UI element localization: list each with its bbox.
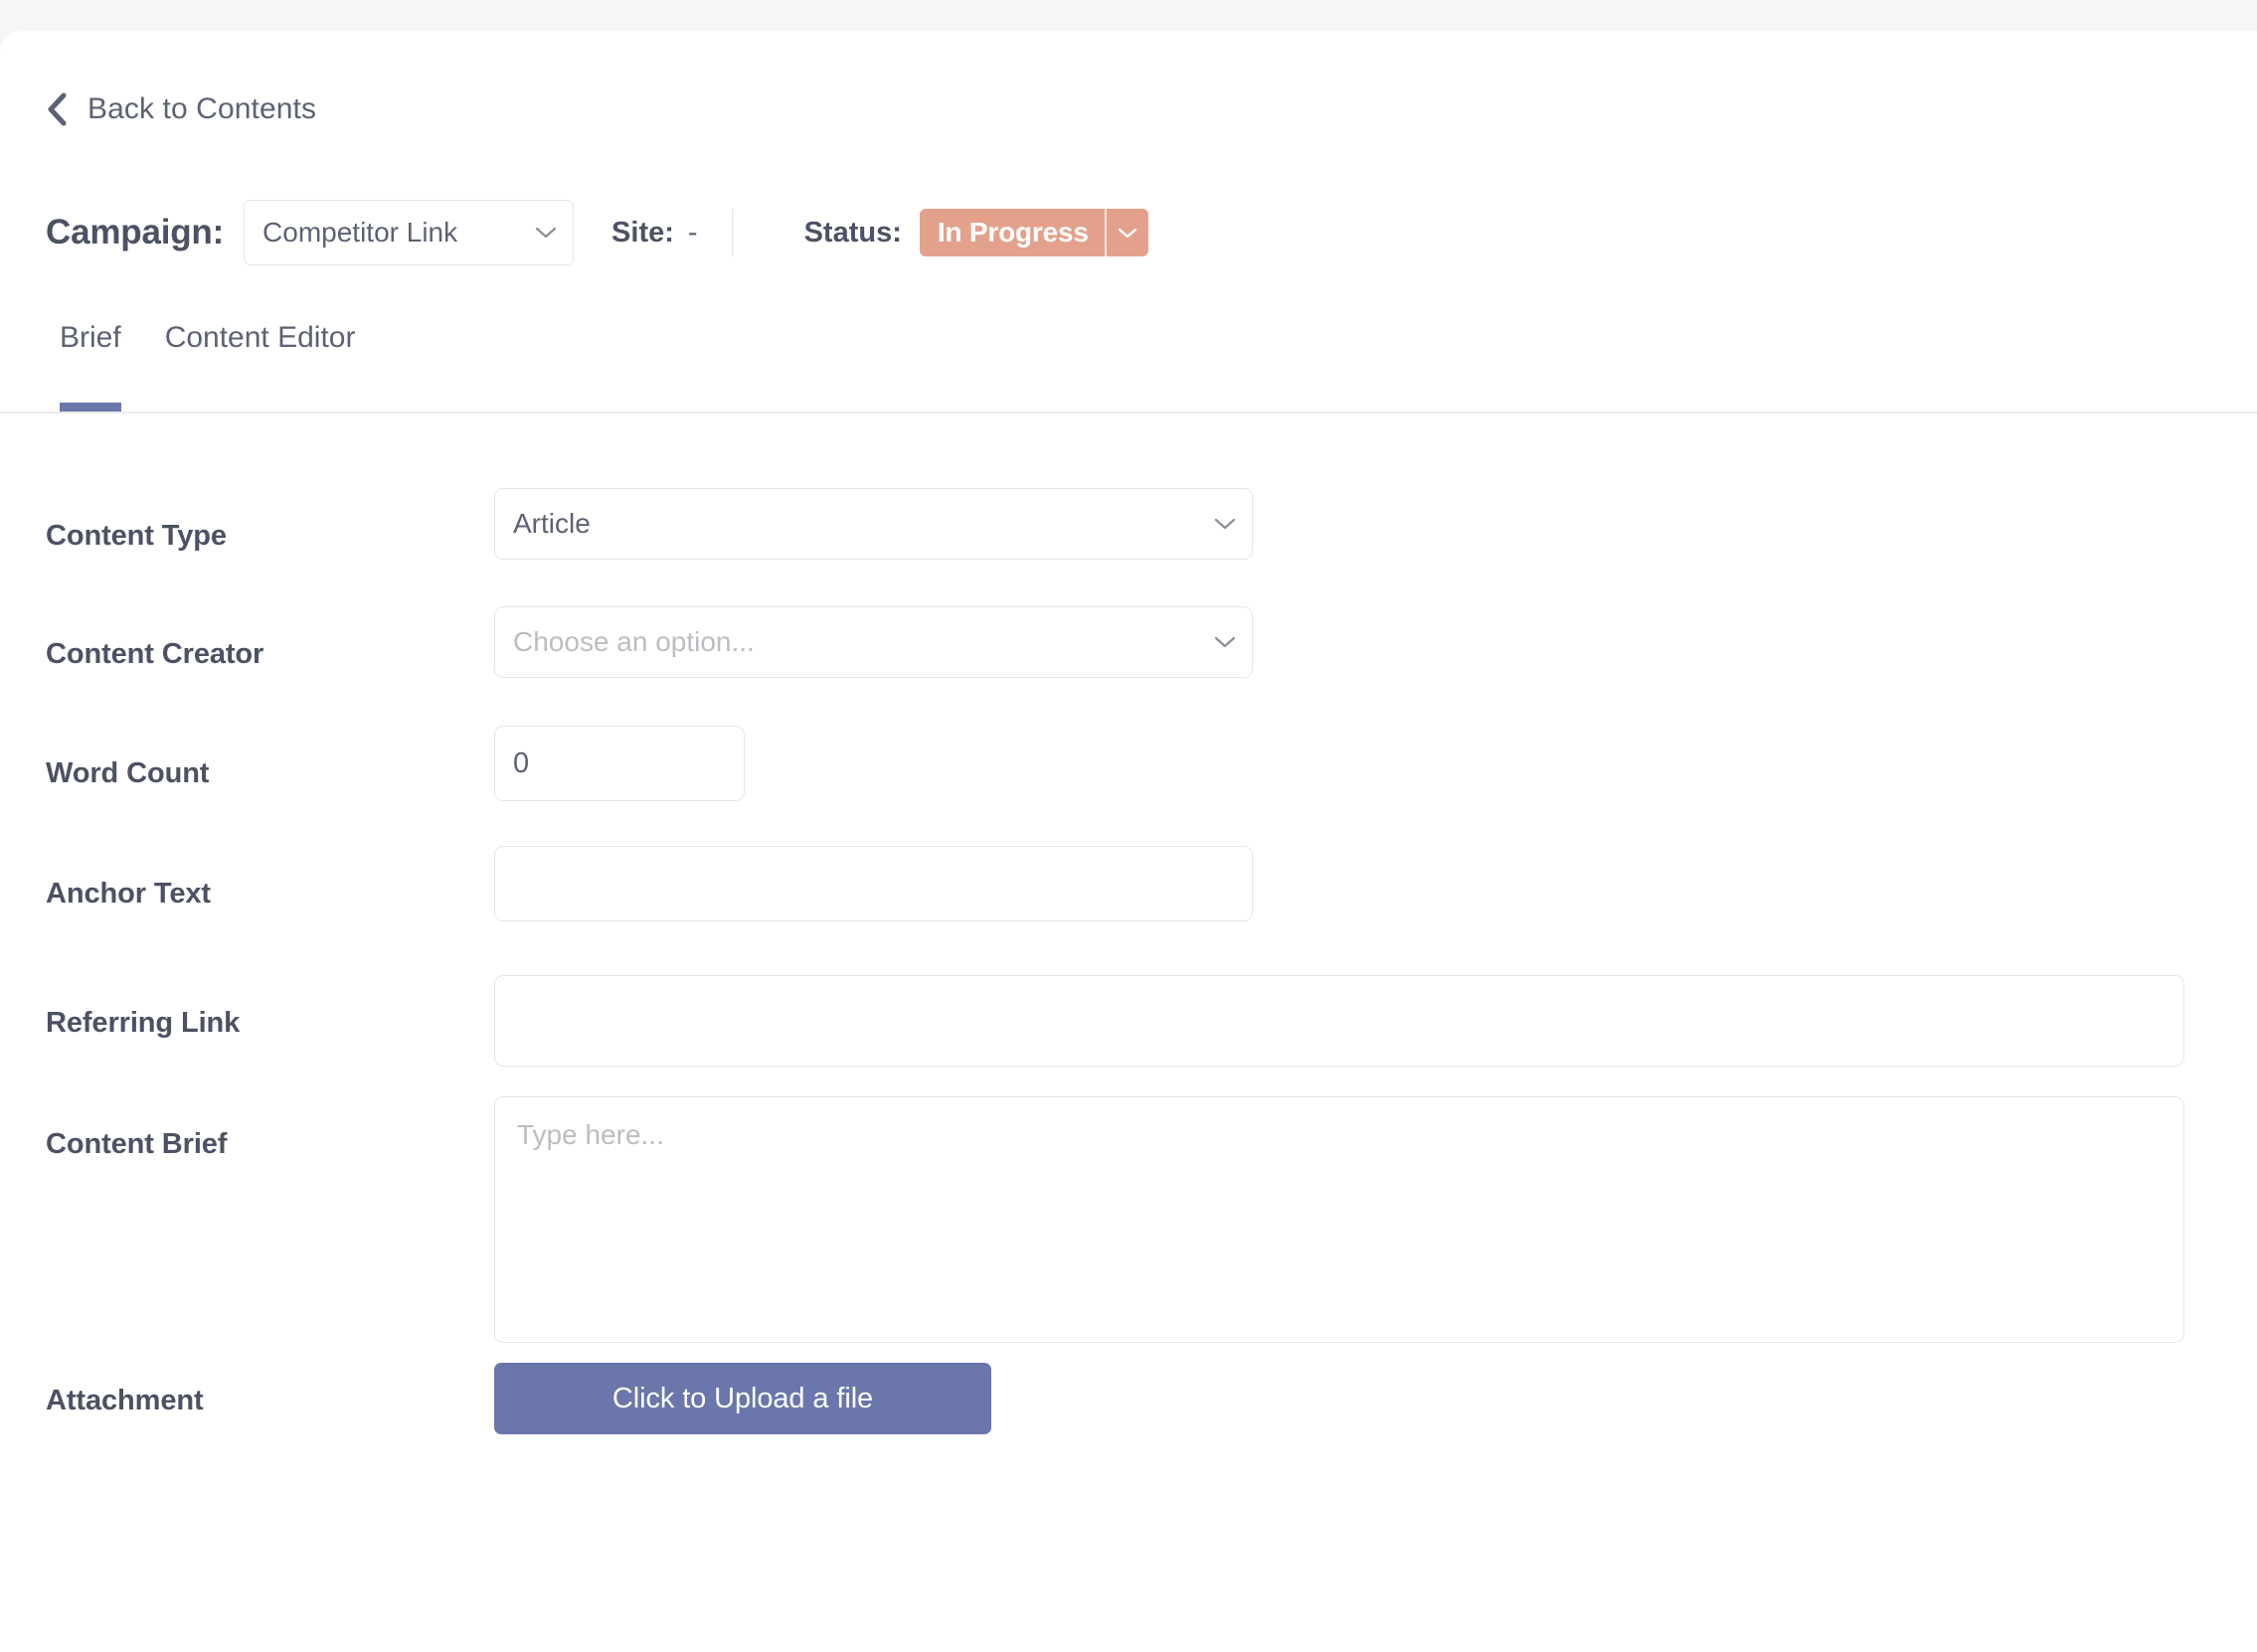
content-creator-label: Content Creator (46, 638, 264, 670)
status-badge-caret[interactable] (1107, 209, 1148, 256)
status-label: Status: (803, 216, 902, 248)
upload-file-button[interactable]: Click to Upload a file (494, 1363, 991, 1434)
anchor-text-label: Anchor Text (46, 878, 211, 909)
word-count-input[interactable] (494, 726, 745, 801)
content-panel: Back to Contents Campaign: Competitor Li… (0, 31, 2257, 1652)
chevron-down-icon (1214, 518, 1236, 530)
content-type-label: Content Type (46, 520, 227, 552)
site-meta: Site: - (611, 205, 698, 260)
campaign-header-row: Campaign: Competitor Link Site: - Status… (46, 197, 1148, 268)
campaign-label: Campaign: (46, 213, 225, 251)
site-label: Site: (611, 216, 674, 248)
status-meta: Status: In Progress (804, 205, 1148, 260)
content-creator-placeholder: Choose an option... (513, 626, 755, 657)
campaign-select[interactable]: Competitor Link (244, 200, 575, 265)
chevron-down-icon (1118, 228, 1136, 238)
app-shell: Back to Contents Campaign: Competitor Li… (0, 0, 2257, 1652)
back-to-contents-link[interactable]: Back to Contents (46, 92, 316, 126)
content-type-value: Article (513, 508, 591, 539)
tab-brief[interactable]: Brief (46, 319, 135, 412)
status-badge-label: In Progress (937, 217, 1089, 248)
referring-link-input[interactable] (494, 975, 2184, 1067)
content-brief-label: Content Brief (46, 1128, 228, 1160)
campaign-select-value: Competitor Link (262, 217, 458, 248)
tabs-bar: Brief Content Editor (0, 319, 2257, 413)
tab-brief-label: Brief (60, 321, 121, 354)
content-creator-select[interactable]: Choose an option... (494, 606, 1253, 678)
header-divider (731, 209, 733, 256)
tab-content-editor[interactable]: Content Editor (151, 319, 370, 412)
content-brief-textarea[interactable] (494, 1096, 2184, 1343)
chevron-down-icon (1214, 636, 1236, 648)
anchor-text-input[interactable] (494, 846, 1253, 921)
attachment-label: Attachment (46, 1385, 204, 1416)
content-type-select[interactable]: Article (494, 488, 1253, 560)
chevron-down-icon (535, 227, 557, 239)
status-badge[interactable]: In Progress (919, 209, 1148, 256)
site-value: - (687, 216, 698, 248)
chevron-left-icon (48, 92, 67, 126)
back-to-contents-label: Back to Contents (87, 92, 317, 125)
tab-content-editor-label: Content Editor (164, 321, 356, 354)
referring-link-label: Referring Link (46, 1007, 241, 1039)
word-count-label: Word Count (46, 757, 210, 789)
